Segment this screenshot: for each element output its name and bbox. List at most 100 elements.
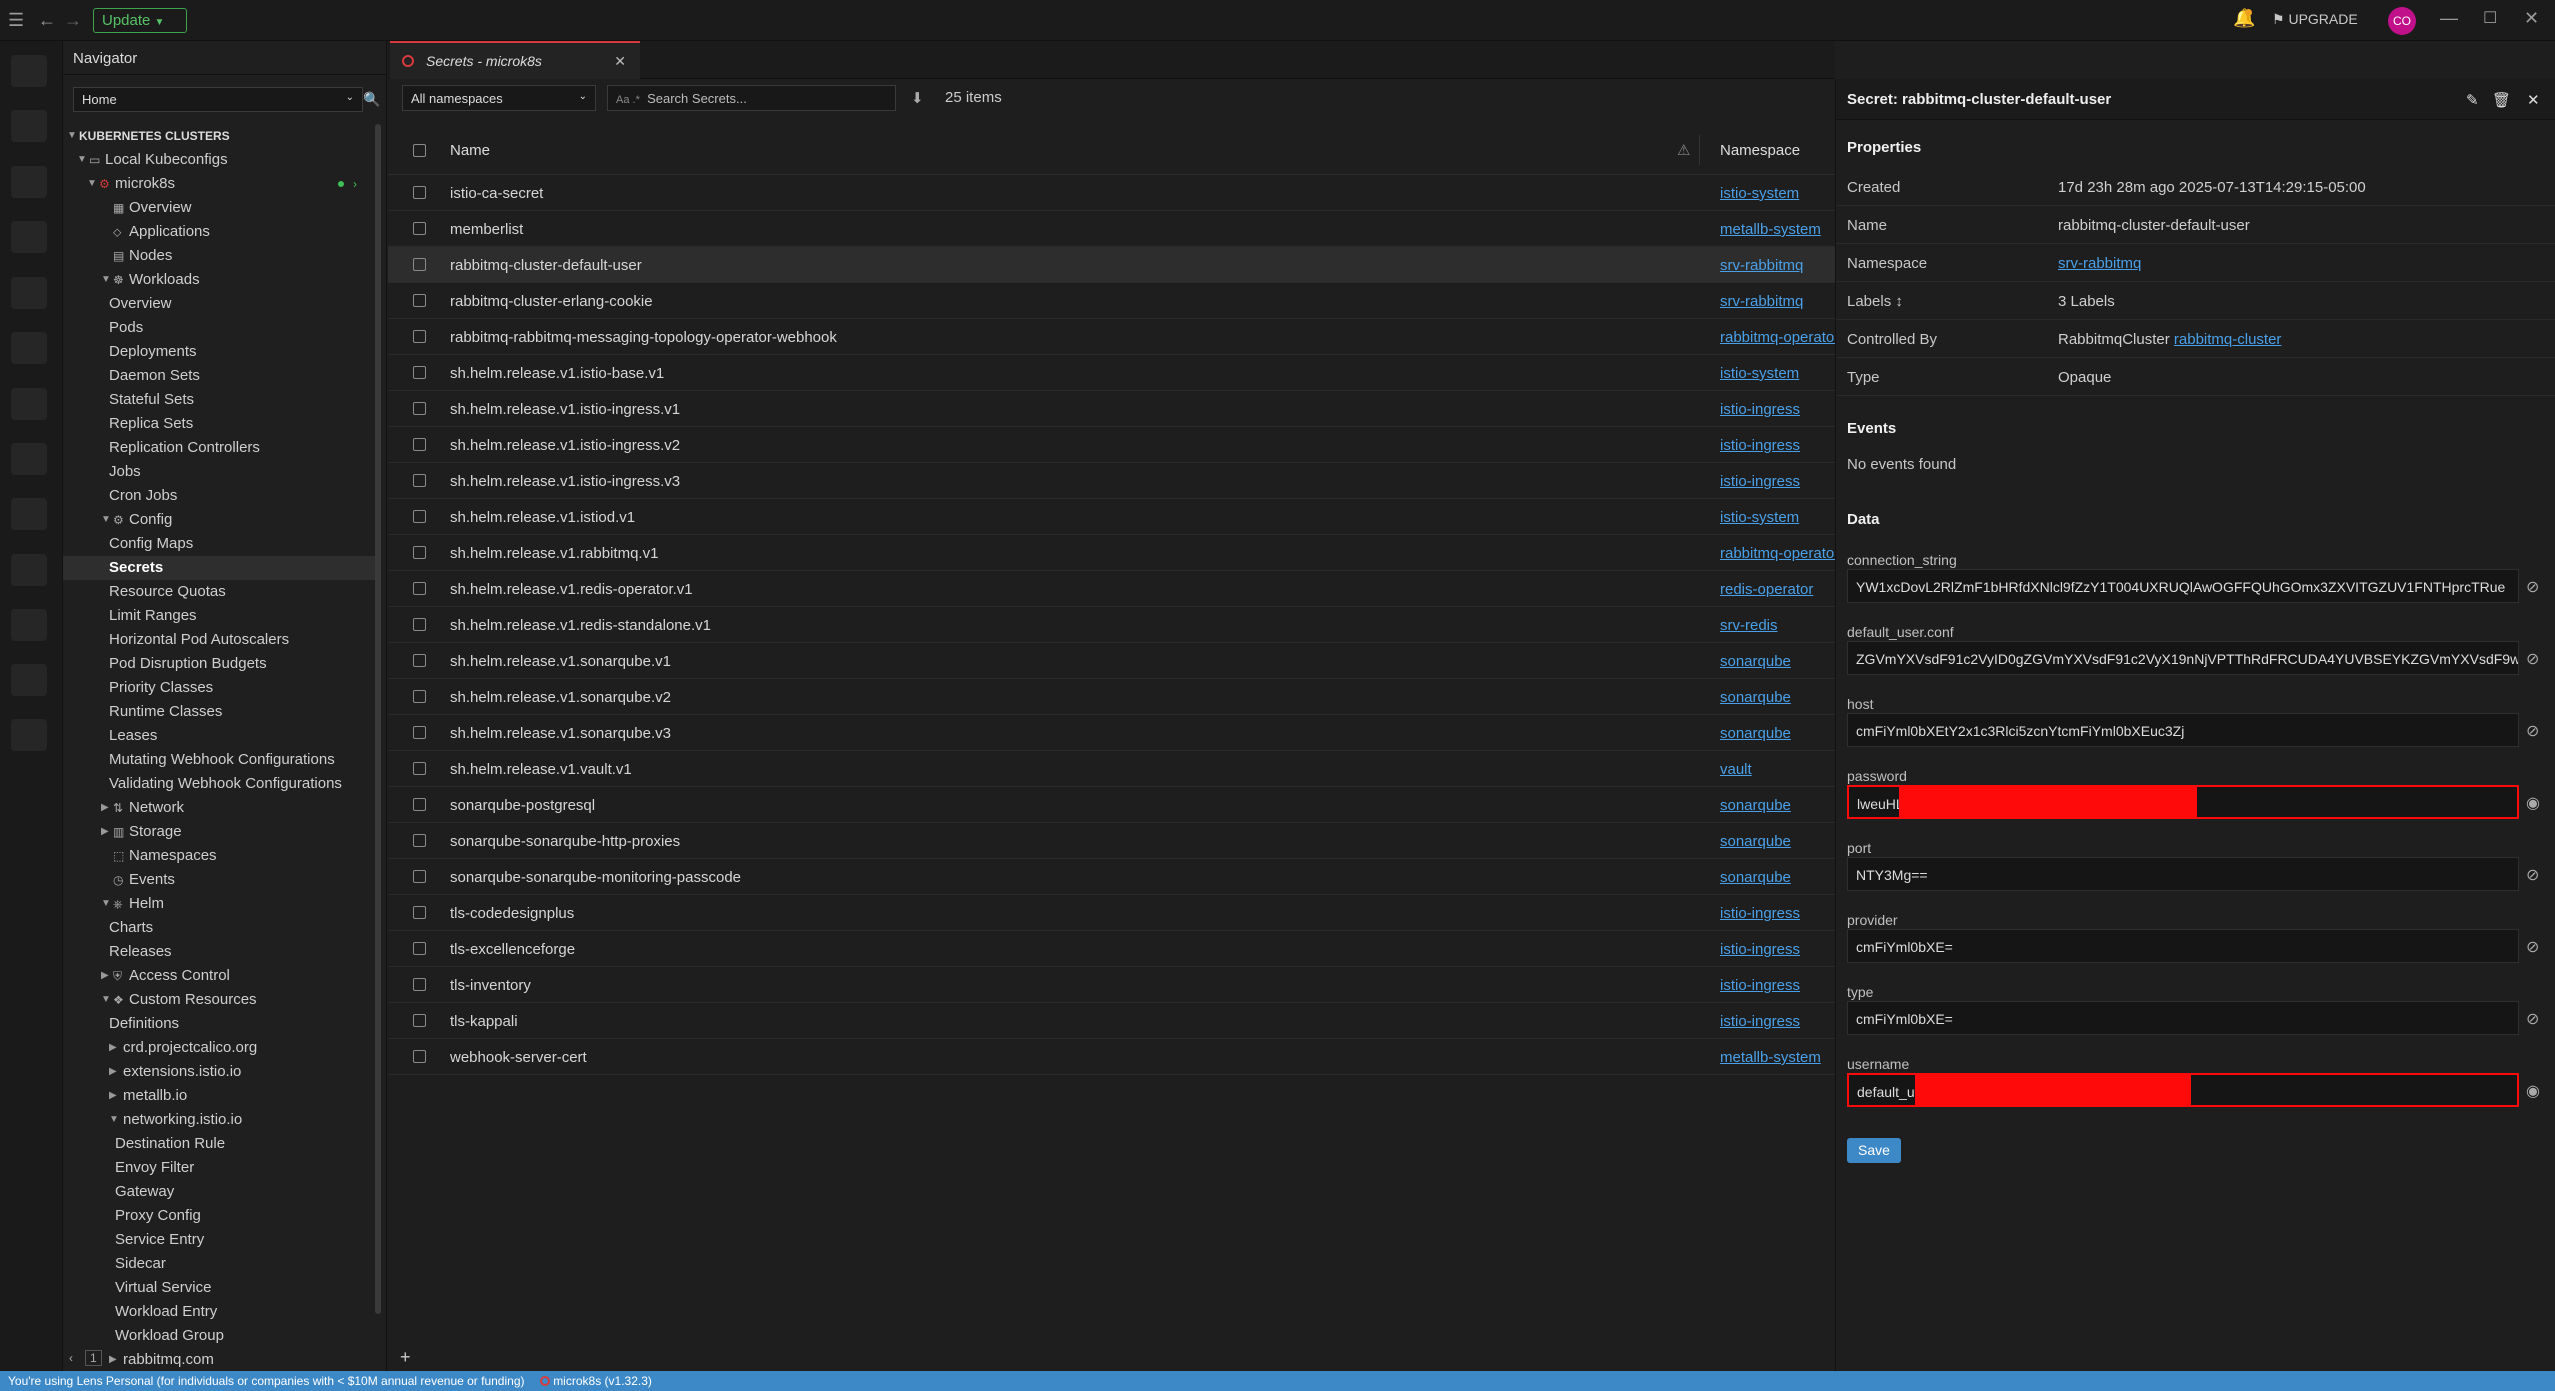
tree-item[interactable]: Priority Classes	[63, 676, 381, 700]
tree-item[interactable]: ▼ ▭ Local Kubeconfigs	[63, 148, 381, 172]
row-checkbox[interactable]	[413, 546, 426, 559]
table-row[interactable]: sh.helm.release.v1.rabbitmq.v1 rabbitmq-o…	[388, 535, 1835, 571]
hotbar-item[interactable]	[11, 609, 47, 641]
chevron-right-icon[interactable]: ›	[353, 172, 357, 196]
namespace-link[interactable]: istio-ingress	[1720, 437, 1835, 454]
table-row[interactable]: rabbitmq-cluster-default-user srv-rabbitm…	[388, 247, 1835, 283]
tree-item[interactable]: Stateful Sets	[63, 388, 381, 412]
tree-item[interactable]: Workload Entry	[63, 1300, 381, 1324]
save-button[interactable]: Save	[1847, 1138, 1901, 1163]
tree-item[interactable]: Releases	[63, 940, 381, 964]
chevron-down-icon[interactable]: ▼	[87, 172, 97, 196]
namespace-link[interactable]: rabbitmq-operator	[1720, 329, 1835, 346]
data-value-field[interactable]: NTY3Mg==	[1847, 857, 2519, 891]
row-checkbox[interactable]	[413, 1014, 426, 1027]
row-checkbox[interactable]	[413, 654, 426, 667]
page-switcher[interactable]: ‹ 1 ›	[63, 1349, 381, 1369]
tree-item[interactable]: Sidecar	[63, 1252, 381, 1276]
tree-item[interactable]: Replica Sets	[63, 412, 381, 436]
chevron-right-icon[interactable]: ›	[109, 1351, 113, 1365]
tree-item[interactable]: Workload Group	[63, 1324, 381, 1348]
table-row[interactable]: istio-ca-secret istio-system	[388, 175, 1835, 211]
tree-item[interactable]: ▦ Overview	[63, 196, 381, 220]
table-row[interactable]: sh.helm.release.v1.sonarqube.v2 sonarqube	[388, 679, 1835, 715]
namespace-link[interactable]: istio-system	[1720, 509, 1835, 526]
hotbar-item[interactable]	[11, 110, 47, 142]
tree-item[interactable]: Jobs	[63, 460, 381, 484]
tree-item[interactable]: ▶ ⛨ Access Control	[63, 964, 381, 988]
row-checkbox[interactable]	[413, 186, 426, 199]
table-row[interactable]: sh.helm.release.v1.sonarqube.v1 sonarqube	[388, 643, 1835, 679]
hotbar-item[interactable]	[11, 554, 47, 586]
chevron-right-icon[interactable]: ▶	[109, 1036, 117, 1060]
hotbar-item[interactable]	[11, 55, 47, 87]
column-name[interactable]: Name	[450, 142, 490, 159]
chevron-down-icon[interactable]: ▼	[101, 988, 111, 1012]
namespace-link[interactable]: sonarqube	[1720, 653, 1835, 670]
row-checkbox[interactable]	[413, 618, 426, 631]
data-value-field[interactable]: YW1xcDovL2RlZmF1bHRfdXNlcl9fZzY1T004UXRU…	[1847, 569, 2519, 603]
chevron-down-icon[interactable]: ▼	[101, 508, 111, 532]
chevron-down-icon[interactable]: ▼	[101, 892, 111, 916]
table-row[interactable]: sh.helm.release.v1.istio-base.v1 istio-sy…	[388, 355, 1835, 391]
maximize-icon[interactable]: ☐	[2483, 8, 2497, 28]
chevron-down-icon[interactable]: ▼	[77, 148, 87, 172]
tree-item[interactable]: ▶ extensions.istio.io	[63, 1060, 381, 1084]
tree-item[interactable]: Horizontal Pod Autoscalers	[63, 628, 381, 652]
table-row[interactable]: rabbitmq-cluster-erlang-cookie srv-rabbit…	[388, 283, 1835, 319]
namespace-link[interactable]: istio-ingress	[1720, 941, 1835, 958]
namespace-link[interactable]: istio-ingress	[1720, 977, 1835, 994]
namespace-link[interactable]: metallb-system	[1720, 1049, 1835, 1066]
row-checkbox[interactable]	[413, 222, 426, 235]
tree-item[interactable]: ▶ crd.projectcalico.org	[63, 1036, 381, 1060]
eye-icon[interactable]: ◉	[2526, 793, 2540, 813]
close-tab-icon[interactable]: ✕	[614, 53, 626, 70]
tree-item[interactable]: Virtual Service	[63, 1276, 381, 1300]
namespace-link[interactable]: istio-ingress	[1720, 401, 1835, 418]
close-window-icon[interactable]: ✕	[2524, 8, 2539, 29]
tree-item[interactable]: Pod Disruption Budgets	[63, 652, 381, 676]
namespace-link[interactable]: srv-rabbitmq	[1720, 293, 1835, 310]
namespace-link[interactable]: istio-ingress	[1720, 905, 1835, 922]
row-checkbox[interactable]	[413, 726, 426, 739]
search-icon[interactable]: 🔍	[363, 91, 380, 108]
tree-item[interactable]: Service Entry	[63, 1228, 381, 1252]
namespace-link[interactable]: redis-operator	[1720, 581, 1835, 598]
table-row[interactable]: sh.helm.release.v1.istio-ingress.v1 istio…	[388, 391, 1835, 427]
minimize-icon[interactable]: —	[2440, 8, 2458, 29]
row-checkbox[interactable]	[413, 798, 426, 811]
forward-arrow-icon[interactable]: →	[64, 10, 82, 31]
chevron-right-icon[interactable]: ▶	[109, 1060, 117, 1084]
namespace-link[interactable]: sonarqube	[1720, 797, 1835, 814]
chevron-down-icon[interactable]: ▼	[67, 124, 77, 148]
back-arrow-icon[interactable]: ←	[38, 10, 56, 31]
table-row[interactable]: sh.helm.release.v1.redis-operator.v1 redi…	[388, 571, 1835, 607]
hotbar-item[interactable]	[11, 388, 47, 420]
tree-item[interactable]: Deployments	[63, 340, 381, 364]
table-row[interactable]: tls-kappali istio-ingress	[388, 1003, 1835, 1039]
chevron-right-icon[interactable]: ▶	[101, 820, 109, 844]
add-icon[interactable]: +	[400, 1347, 411, 1368]
tree-item[interactable]: Cron Jobs	[63, 484, 381, 508]
table-row[interactable]: memberlist metallb-system	[388, 211, 1835, 247]
namespace-link[interactable]: sonarqube	[1720, 833, 1835, 850]
tree-item[interactable]: ▼ ⚙ microk8s ›	[63, 172, 381, 196]
hotbar-item[interactable]	[11, 498, 47, 530]
table-row[interactable]: rabbitmq-rabbitmq-messaging-topology-ope…	[388, 319, 1835, 355]
row-checkbox[interactable]	[413, 366, 426, 379]
close-icon[interactable]: ✕	[2527, 91, 2540, 109]
row-checkbox[interactable]	[413, 978, 426, 991]
namespace-link[interactable]: metallb-system	[1720, 221, 1835, 238]
table-row[interactable]: tls-inventory istio-ingress	[388, 967, 1835, 1003]
data-value-field[interactable]: lweuHL	[1847, 785, 2519, 819]
namespace-link[interactable]: istio-system	[1720, 185, 1835, 202]
tree-item[interactable]: Proxy Config	[63, 1204, 381, 1228]
table-row[interactable]: sonarqube-postgresql sonarqube	[388, 787, 1835, 823]
table-row[interactable]: sh.helm.release.v1.istiod.v1 istio-system	[388, 499, 1835, 535]
eye-off-icon[interactable]: ⊘	[2526, 1009, 2539, 1029]
data-value-field[interactable]: cmFiYml0bXE=	[1847, 929, 2519, 963]
tree-item[interactable]: Overview	[63, 292, 381, 316]
tree-item[interactable]: Config Maps	[63, 532, 381, 556]
chevron-right-icon[interactable]: ▶	[109, 1084, 117, 1108]
table-row[interactable]: sh.helm.release.v1.istio-ingress.v3 istio…	[388, 463, 1835, 499]
